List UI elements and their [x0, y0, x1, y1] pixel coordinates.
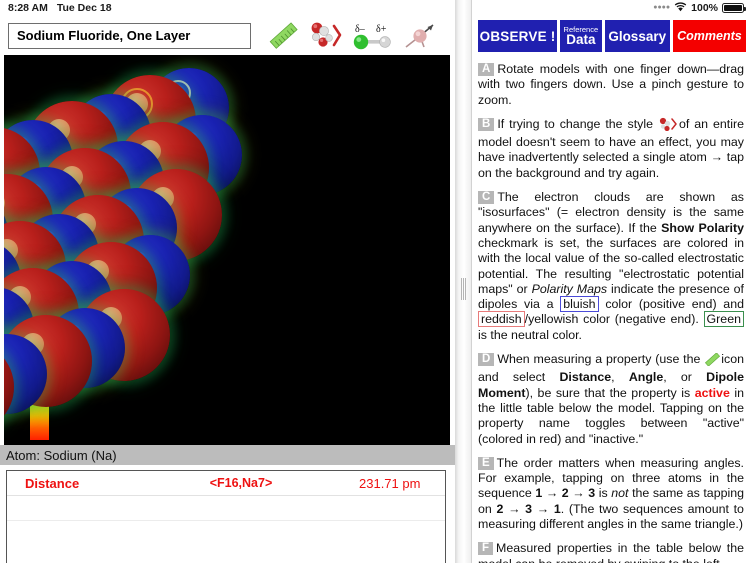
seq-b-2: 3: [525, 501, 533, 516]
table-row-empty[interactable]: [7, 496, 445, 521]
property-value: 231.71 pm: [359, 475, 421, 491]
dipole-arrow-icon[interactable]: [399, 19, 441, 53]
model-pane: Sodium Fluoride, One Layer δ– δ+ Atom: S…: [0, 16, 455, 563]
panel-tabbar: OBSERVE ! Reference Data Glossary Commen…: [478, 20, 746, 52]
paragraph-f-text: Measured properties in the table below t…: [478, 541, 744, 563]
model-toolbar: Sodium Fluoride, One Layer δ– δ+: [0, 16, 455, 55]
pane-divider[interactable]: [455, 0, 472, 563]
property-atoms: <F16,Na7>: [209, 476, 273, 490]
highlight-bluish: bluish: [560, 296, 599, 313]
arrow-3: →: [508, 501, 521, 516]
ipad-app-window: 8:28 AM Tue Dec 18 ●●●● 100% Sodium Fluo…: [0, 0, 750, 563]
observe-panel: OBSERVE ! Reference Data Glossary Commen…: [472, 16, 750, 563]
model-title-field[interactable]: Sodium Fluoride, One Layer: [8, 22, 251, 49]
table-row[interactable]: Distance <F16,Na7> 231.71 pm: [7, 471, 445, 496]
seq-b-1: 2: [496, 501, 504, 516]
battery-icon: [722, 3, 746, 13]
paragraph-marker-a: A: [478, 63, 495, 76]
measured-properties-table[interactable]: Distance <F16,Na7> 231.71 pm: [6, 470, 446, 563]
wifi-icon: [674, 1, 687, 15]
paragraph-marker-b: B: [478, 117, 495, 131]
battery-percent-label: 100%: [691, 2, 718, 14]
fluoride-nucleus: [4, 191, 6, 214]
paragraph-marker-c: C: [478, 191, 495, 205]
paragraph-f: F Measured properties in the table below …: [478, 541, 744, 563]
tab-observe[interactable]: OBSERVE !: [478, 20, 558, 52]
paragraph-d-text-5: ), be sure that the property is: [525, 385, 691, 400]
paragraph-d-text-1: When measuring a property (use the: [497, 352, 701, 367]
measure-ruler-icon[interactable]: [263, 19, 305, 53]
arrow-1: →: [545, 486, 559, 501]
paragraph-a: A Rotate models with one finger down—drag…: [478, 62, 744, 108]
paragraph-marker-d: D: [478, 353, 495, 367]
tab-glossary[interactable]: Glossary: [604, 20, 670, 52]
distance-term: Distance: [559, 370, 612, 385]
seq-a-2: 2: [561, 486, 569, 501]
selected-atom-status: Atom: Sodium (Na): [0, 445, 455, 465]
molecule-3d-viewport[interactable]: + –: [4, 55, 450, 445]
tab-comments[interactable]: Comments: [672, 20, 746, 52]
seq-b-3: 1: [553, 501, 561, 516]
arrow-2: →: [572, 486, 585, 501]
divider-grip-handle[interactable]: [461, 278, 467, 300]
paragraph-c: C The electron clouds are shown as "isosu…: [478, 190, 744, 343]
paragraph-marker-e: E: [478, 456, 494, 470]
paragraph-c-text-6: is the neutral color.: [478, 327, 583, 342]
angle-term: Angle: [628, 370, 664, 385]
status-bar-right-group: ●●●● 100%: [653, 1, 746, 15]
paragraph-c-text-4: color (positive end) and: [605, 297, 744, 312]
paragraph-marker-f: F: [478, 542, 494, 556]
paragraph-b-text-1: If trying to change the style: [497, 116, 653, 131]
paragraph-d-text-3: ,: [611, 370, 615, 385]
active-term: active: [694, 385, 730, 400]
status-date: Tue Dec 18: [56, 2, 112, 14]
highlight-reddish: reddish: [478, 311, 525, 328]
polarity-dipole-icon[interactable]: δ– δ+: [347, 19, 399, 53]
table-row-empty[interactable]: [7, 546, 445, 563]
tab-reference-data[interactable]: Reference Data: [560, 20, 602, 52]
ios-status-bar: 8:28 AM Tue Dec 18 ●●●● 100%: [0, 0, 750, 16]
paragraph-c-text-5: /yellowish color (negative end).: [524, 312, 699, 327]
tab-reference-data-big-label: Data: [566, 32, 596, 47]
show-polarity-term: Show Polarity: [661, 220, 744, 235]
toolbar-icon-group: δ– δ+: [263, 19, 441, 53]
measure-ruler-icon: [704, 352, 721, 370]
style-molecule-icon[interactable]: [305, 19, 347, 53]
paragraph-e-text-2: is: [598, 486, 608, 501]
paragraph-e: E The order matters when measuring angles…: [478, 456, 744, 532]
style-molecule-icon: [658, 117, 679, 135]
svg-text:δ–: δ–: [355, 24, 366, 35]
not-term: not: [611, 486, 629, 501]
status-time: 8:28 AM: [8, 2, 48, 14]
paragraph-d-text-4: , or: [663, 370, 692, 385]
seq-a-1: 1: [535, 486, 543, 501]
arrow-4: →: [536, 501, 550, 516]
paragraph-d: D When measuring a property (use the icon…: [478, 352, 744, 447]
seq-a-3: 3: [588, 486, 596, 501]
svg-text:δ+: δ+: [376, 24, 387, 35]
paragraph-b: B If trying to change the style of an ent…: [478, 117, 744, 181]
polarity-maps-term: Polarity Maps: [531, 281, 608, 296]
table-row-empty[interactable]: [7, 521, 445, 546]
property-name[interactable]: Distance: [7, 476, 177, 491]
highlight-green: Green: [703, 311, 744, 328]
paragraph-a-text: Rotate models with one finger down—drag …: [478, 62, 744, 107]
signal-dots-icon: ●●●●: [653, 3, 671, 11]
